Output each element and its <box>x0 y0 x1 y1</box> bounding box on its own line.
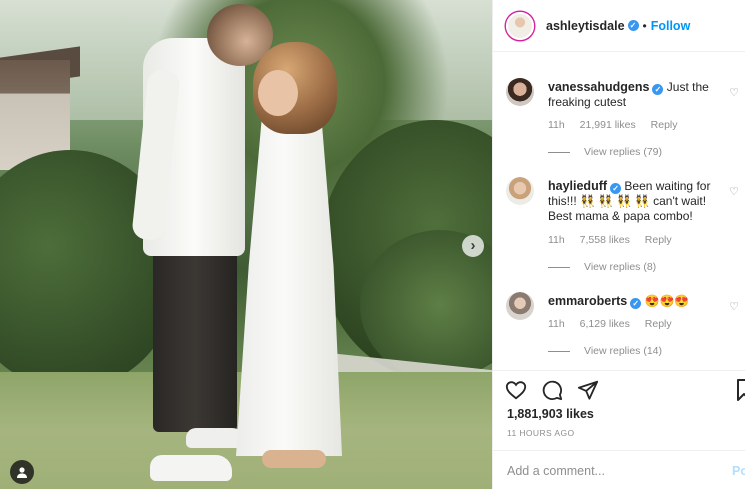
replies-divider-line <box>548 151 570 153</box>
commenter-avatar[interactable] <box>506 78 534 106</box>
photo-man-shoe-front <box>150 455 232 481</box>
view-replies-button[interactable]: View replies (79) <box>548 146 662 158</box>
comment-likes[interactable]: 7,558 likes <box>580 234 630 246</box>
share-icon[interactable] <box>577 379 599 401</box>
verified-badge-icon: ✓ <box>652 84 664 95</box>
comment-like-icon[interactable]: ♡ <box>729 86 739 99</box>
comment-body: vanessahudgens ✓ Just the freaking cutest <box>548 80 724 110</box>
photo-man-pants <box>153 232 237 432</box>
comment-likes[interactable]: 21,991 likes <box>580 119 636 131</box>
action-icon-row <box>505 379 599 401</box>
follow-button[interactable]: Follow <box>651 19 691 33</box>
photo-woman-face <box>258 70 298 116</box>
comments-list[interactable]: vanessahudgens ✓ Just the freaking cutest… <box>493 52 745 370</box>
comment-meta: 11h 21,991 likes Reply <box>548 119 690 131</box>
verified-badge-icon: ✓ <box>610 183 622 194</box>
view-replies-label[interactable]: View replies (79) <box>584 146 662 158</box>
verified-badge-icon: ✓ <box>627 20 639 31</box>
comment-item: haylieduff ✓ Been waiting for this!!! 👯 👯… <box>506 177 741 277</box>
commenter-username[interactable]: vanessahudgens <box>548 80 649 94</box>
comment-likes[interactable]: 6,129 likes <box>580 318 630 330</box>
post-timestamp[interactable]: 11 HOURS AGO <box>507 428 574 438</box>
user-tag-icon[interactable] <box>10 460 34 484</box>
verified-badge-icon: ✓ <box>630 298 642 309</box>
comment-time: 11h <box>548 119 565 131</box>
comment-text: 😍😍😍 <box>644 294 690 308</box>
commenter-username[interactable]: haylieduff <box>548 179 607 193</box>
comment-time: 11h <box>548 318 565 330</box>
comment-time: 11h <box>548 234 565 246</box>
view-replies-button[interactable]: View replies (8) <box>548 261 656 273</box>
author-avatar[interactable] <box>506 11 534 40</box>
author-username[interactable]: ashleytisdale <box>546 19 625 33</box>
comment-meta: 11h 7,558 likes Reply <box>548 234 684 246</box>
comment-like-icon[interactable]: ♡ <box>729 185 739 198</box>
replies-divider-line <box>548 266 570 268</box>
commenter-avatar[interactable] <box>506 177 534 205</box>
comment-item: vanessahudgens ✓ Just the freaking cutest… <box>506 78 741 178</box>
commenter-username[interactable]: emmaroberts <box>548 294 627 308</box>
post-side-panel: ashleytisdale ✓ • Follow vanessahudgens ✓… <box>492 0 745 489</box>
comment-meta: 11h 6,129 likes Reply <box>548 318 684 330</box>
commenter-avatar[interactable] <box>506 292 534 320</box>
comment-composer: Add a comment... Po <box>493 450 745 489</box>
view-replies-label[interactable]: View replies (14) <box>584 345 662 357</box>
comment-body: haylieduff ✓ Been waiting for this!!! 👯 👯… <box>548 179 724 224</box>
post-like-count[interactable]: 1,881,903 likes <box>507 407 594 421</box>
comment-body: emmaroberts ✓ 😍😍😍 <box>548 294 724 309</box>
add-comment-input[interactable]: Add a comment... <box>507 464 605 478</box>
view-replies-label[interactable]: View replies (8) <box>584 261 656 273</box>
heart-icon[interactable] <box>505 379 527 401</box>
post-header: ashleytisdale ✓ • Follow <box>493 0 745 52</box>
reply-button[interactable]: Reply <box>651 119 678 131</box>
comment-like-icon[interactable]: ♡ <box>729 300 739 313</box>
photo-woman-feet <box>262 450 326 468</box>
replies-divider-line <box>548 350 570 352</box>
comment-icon[interactable] <box>541 379 563 401</box>
bookmark-icon[interactable] <box>737 379 745 401</box>
reply-button[interactable]: Reply <box>645 318 672 330</box>
header-separator: • <box>642 18 647 33</box>
chevron-right-icon[interactable]: › <box>462 235 484 257</box>
reply-button[interactable]: Reply <box>645 234 672 246</box>
post-actions: 1,881,903 likes 11 HOURS AGO <box>493 370 745 438</box>
post-photo[interactable]: › <box>0 0 492 489</box>
comment-item: emmaroberts ✓ 😍😍😍 ♡ 11h 6,129 likes Reply… <box>506 292 741 362</box>
post-comment-button[interactable]: Po <box>732 464 745 478</box>
view-replies-button[interactable]: View replies (14) <box>548 345 662 357</box>
